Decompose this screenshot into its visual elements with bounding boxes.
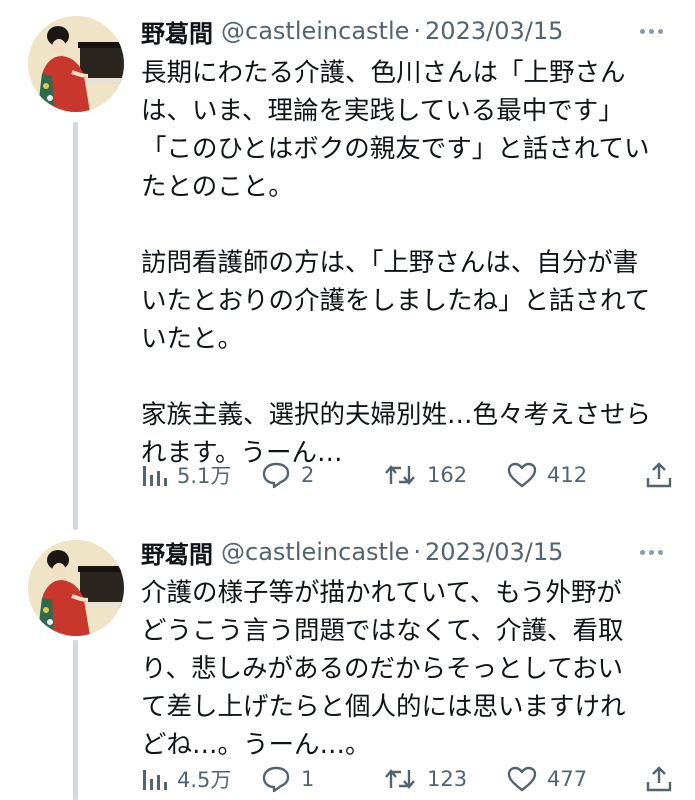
share-icon	[646, 462, 672, 488]
tweet[interactable]: 野葛間 @castleincastle · 2023/03/15 長期にわたる介…	[0, 0, 695, 530]
more-dots-icon[interactable]	[637, 17, 665, 45]
tweet-text-line: り、悲しみがあるのだからそっとしておい	[141, 654, 623, 684]
like-count: 477	[547, 767, 588, 791]
reply-count: 1	[301, 767, 315, 791]
bar-chart-icon	[143, 466, 167, 486]
display-name[interactable]: 野葛間	[141, 535, 213, 570]
separator: ·	[413, 538, 422, 566]
like-button[interactable]: 412	[507, 457, 587, 493]
tweet-text-line: どね…。うーん…。	[141, 730, 371, 760]
tweet-text-line	[141, 358, 671, 396]
tweet-text-line: 家族主義、選択的夫婦別姓…色々考えさせら	[141, 400, 652, 430]
views-count: 5.1万	[177, 464, 232, 488]
like-button[interactable]: 477	[507, 761, 587, 797]
retweet-count: 123	[427, 767, 468, 791]
bar-chart-icon	[143, 770, 167, 790]
more-dots-icon[interactable]	[637, 538, 665, 566]
share-icon	[646, 766, 672, 792]
retweet-button[interactable]: 162	[383, 457, 467, 493]
separator: ·	[413, 17, 422, 45]
tweet-text: 介護の様子等が描かれていて、もう外野が どうこう言う問題ではなくて、介護、看取 …	[141, 574, 671, 764]
tweet[interactable]: 野葛間 @castleincastle · 2023/03/15 介護の様子等が…	[0, 530, 695, 800]
heart-icon	[507, 462, 537, 488]
user-handle[interactable]: @castleincastle	[221, 538, 409, 566]
share-button[interactable]	[645, 457, 673, 493]
tweet-text-line: は、いま、理論を実践している最中です」	[141, 96, 624, 126]
tweet-text-line: 「このひとはボクの親友です」と話されてい	[141, 134, 650, 164]
views-button[interactable]: 4.5万	[141, 761, 231, 797]
heart-icon	[507, 766, 537, 792]
reply-button[interactable]: 2	[261, 457, 314, 493]
tweet-text-line: いたとおりの介護をしましたね」と話されて	[141, 286, 651, 316]
avatar[interactable]	[28, 540, 124, 636]
reply-count: 2	[301, 463, 315, 487]
tweet-header: 野葛間 @castleincastle · 2023/03/15	[141, 534, 563, 570]
speech-bubble-icon	[262, 766, 290, 793]
retweet-button[interactable]: 123	[383, 761, 467, 797]
tweet-text-line	[141, 206, 671, 244]
like-count: 412	[547, 463, 588, 487]
retweet-count: 162	[427, 463, 468, 487]
tweet-header: 野葛間 @castleincastle · 2023/03/15	[141, 13, 563, 49]
display-name[interactable]: 野葛間	[141, 14, 213, 49]
tweet-text-line: 訪問看護師の方は、「上野さんは、自分が書	[141, 248, 639, 278]
views-count: 4.5万	[177, 768, 232, 792]
tweet-text: 長期にわたる介護、色川さんは「上野さん は、いま、理論を実践している最中です」 …	[141, 54, 671, 472]
tweet-actions: 4.5万 1 123 477	[141, 761, 674, 797]
tweet-text-line: て差し上げたらと個人的には思いますけれ	[141, 692, 626, 722]
tweet-date[interactable]: 2023/03/15	[425, 538, 563, 566]
views-button[interactable]: 5.1万	[141, 457, 231, 493]
tweet-text-line: たとのこと。	[141, 172, 294, 202]
user-handle[interactable]: @castleincastle	[221, 17, 409, 45]
retweet-icon	[385, 769, 415, 789]
tweet-text-line: 長期にわたる介護、色川さんは「上野さん	[141, 58, 626, 88]
speech-bubble-icon	[262, 462, 290, 489]
tweet-actions: 5.1万 2 162 412	[141, 457, 674, 493]
share-button[interactable]	[645, 761, 673, 797]
tweet-text-line: 介護の様子等が描かれていて、もう外野が	[141, 578, 622, 608]
reply-button[interactable]: 1	[261, 761, 314, 797]
retweet-icon	[385, 465, 415, 485]
tweet-date[interactable]: 2023/03/15	[425, 17, 563, 45]
tweet-text-line: いたと。	[141, 324, 244, 354]
avatar[interactable]	[28, 16, 124, 112]
tweet-text-line: どうこう言う問題ではなくて、介護、看取	[141, 616, 624, 646]
